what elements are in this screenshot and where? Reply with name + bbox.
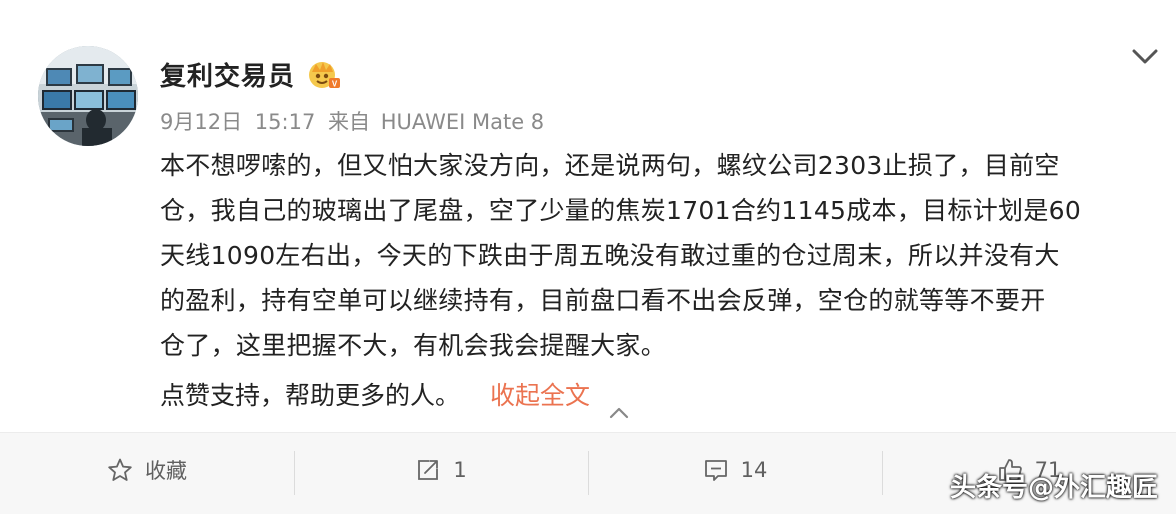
author-row: 复利交易员 V bbox=[160, 55, 341, 93]
author-name[interactable]: 复利交易员 bbox=[160, 56, 295, 93]
chevron-down-icon[interactable] bbox=[1128, 44, 1162, 70]
favorite-label: 收藏 bbox=[145, 459, 187, 483]
post-meta: 9月12日 15:17 来自 HUAWEI Mate 8 bbox=[160, 106, 544, 136]
post-time[interactable]: 15:17 bbox=[255, 110, 316, 134]
repost-count: 1 bbox=[453, 458, 467, 482]
watermark: 头条号@外汇趣匠 bbox=[949, 473, 1158, 503]
avatar-image bbox=[38, 46, 138, 146]
content-line: 天线1090左右出，今天的下跌由于周五晚没有敢过重的仓过周末，所以并没有大 bbox=[160, 241, 1060, 270]
favorite-button[interactable]: 收藏 bbox=[0, 433, 294, 514]
collapse-label: 收起全文 bbox=[490, 381, 591, 410]
collapse-full-text-link[interactable]: 收起全文 bbox=[490, 373, 630, 418]
post-date[interactable]: 9月12日 bbox=[160, 110, 242, 134]
post-device: HUAWEI Mate 8 bbox=[380, 110, 545, 134]
comment-count: 14 bbox=[740, 458, 768, 482]
post-source-prefix: 来自 bbox=[328, 110, 370, 134]
weibo-post-card: 复利交易员 V 9月12日 15:17 来自 HUAWEI Mate 8 本不想… bbox=[0, 0, 1176, 514]
avatar[interactable] bbox=[38, 46, 138, 146]
vip-crown-icon[interactable]: V bbox=[307, 58, 341, 90]
comment-button[interactable]: 14 bbox=[588, 433, 882, 514]
content-footer-text: 点赞支持，帮助更多的人。 bbox=[160, 381, 461, 410]
repost-button[interactable]: 1 bbox=[294, 433, 588, 514]
star-icon bbox=[107, 457, 133, 483]
post-content: 本不想啰嗦的，但又怕大家没方向，还是说两句，螺纹公司2303止损了，目前空 仓，… bbox=[160, 143, 1150, 368]
content-line: 的盈利，持有空单可以继续持有，目前盘口看不出会反弹，空仓的就等等不要开 bbox=[160, 286, 1046, 315]
repost-icon bbox=[415, 457, 441, 483]
comment-icon bbox=[703, 457, 729, 483]
chevron-up-icon bbox=[608, 389, 630, 418]
content-line: 仓，我自己的玻璃出了尾盘，空了少量的焦炭1701合约1145成本，目标计划是60 bbox=[160, 196, 1082, 225]
content-line: 仓了，这里把握不大，有机会我会提醒大家。 bbox=[160, 331, 667, 360]
svg-text:V: V bbox=[332, 80, 338, 89]
content-line: 本不想啰嗦的，但又怕大家没方向，还是说两句，螺纹公司2303止损了，目前空 bbox=[160, 151, 1060, 180]
content-footer: 点赞支持，帮助更多的人。 收起全文 bbox=[160, 373, 630, 418]
